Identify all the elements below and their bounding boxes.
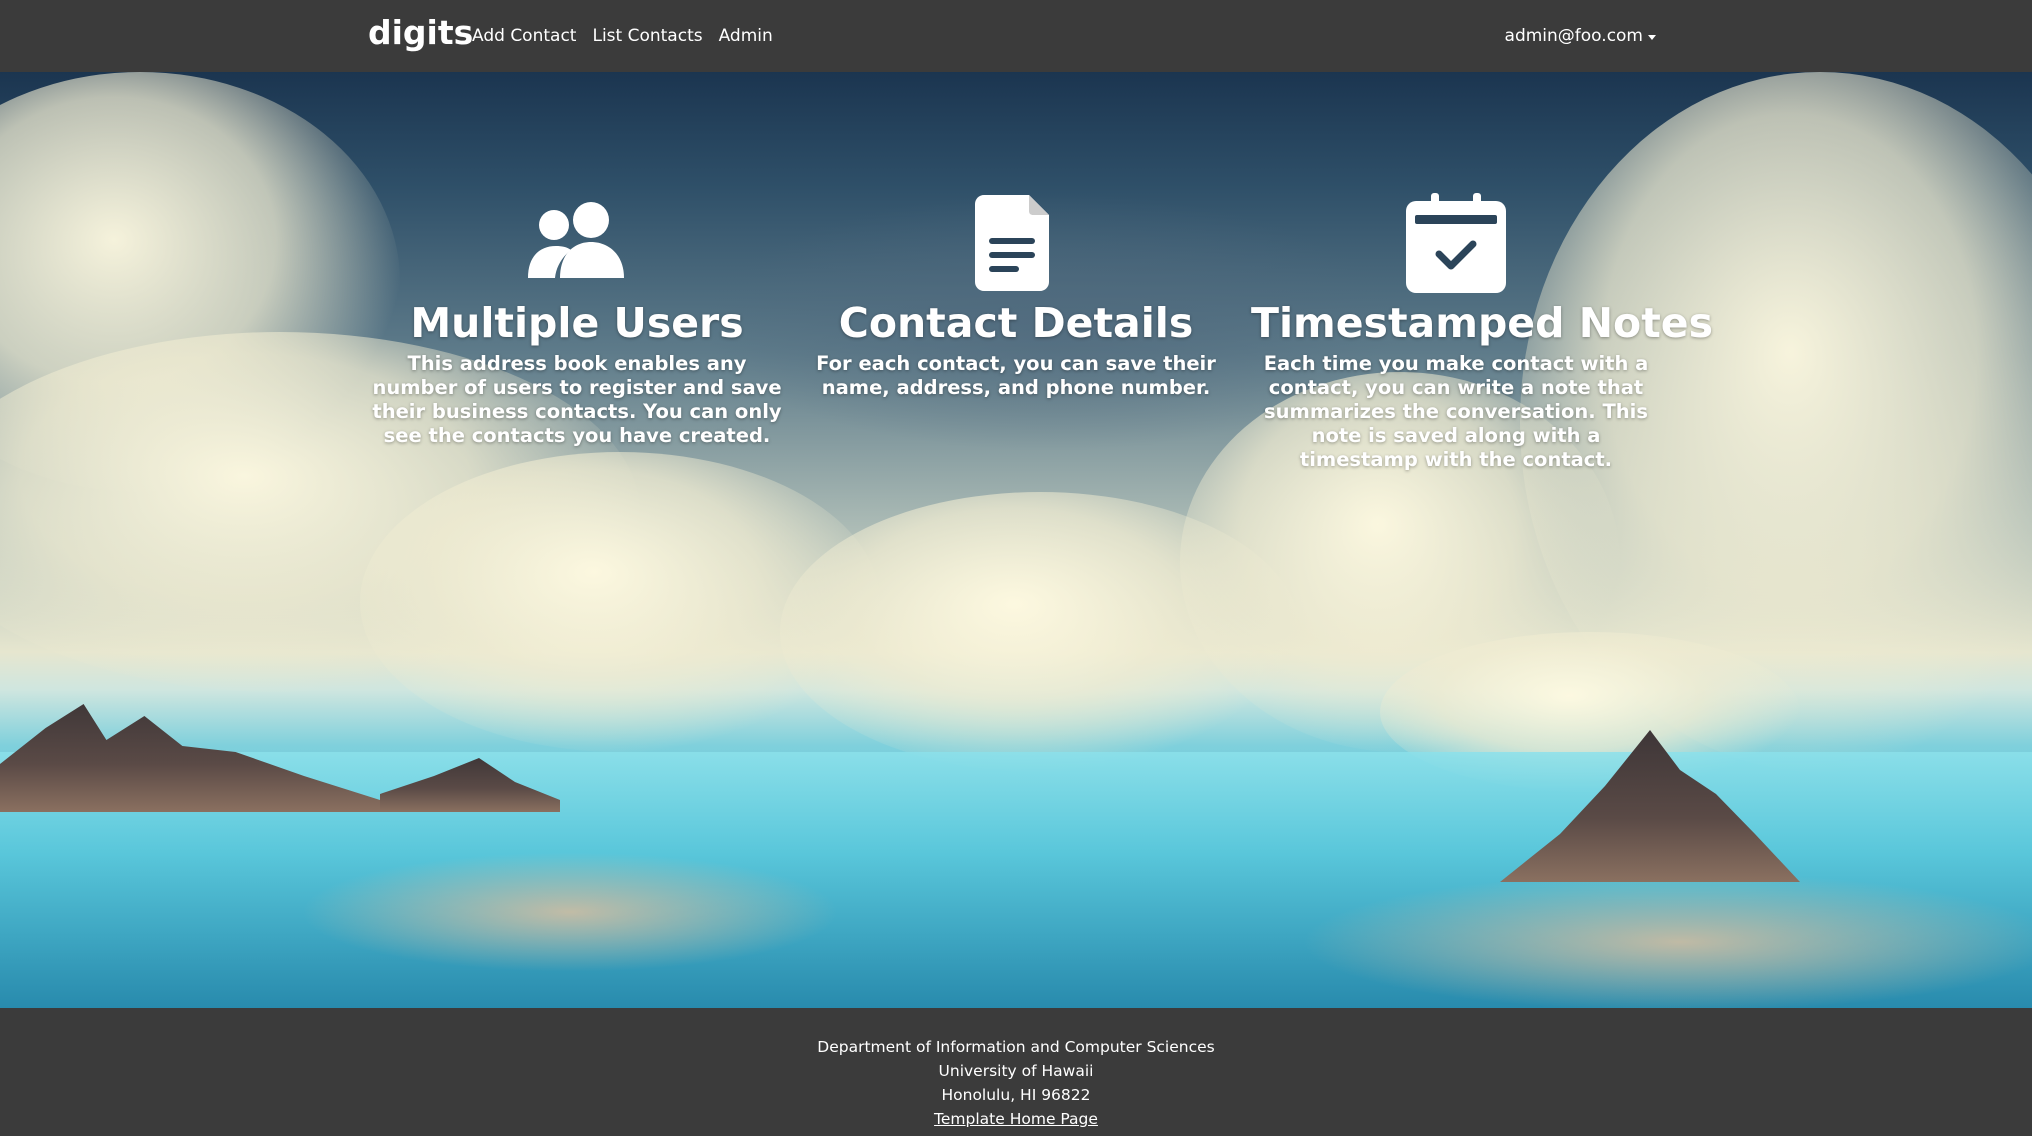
file-lines-icon (975, 195, 1049, 291)
user-dropdown[interactable]: admin@foo.com (1505, 24, 1656, 48)
sandbar (1300, 872, 2032, 1008)
feature-description: This address book enables any number of … (372, 352, 782, 447)
hero-banner: Multiple Users This address book enables… (0, 72, 2032, 1008)
top-navbar: digits Add Contact List Contacts Admin a… (0, 0, 2032, 72)
feature-timestamped-notes: Timestamped Notes Each time you make con… (1251, 190, 1714, 472)
nav-links: Add Contact List Contacts Admin (472, 24, 773, 48)
nav-link-add-contact[interactable]: Add Contact (472, 24, 576, 48)
nav-link-list-contacts[interactable]: List Contacts (592, 24, 702, 48)
template-home-link[interactable]: Template Home Page (934, 1110, 1098, 1128)
feature-description: For each contact, you can save their nam… (816, 352, 1216, 399)
feature-multiple-users: Multiple Users This address book enables… (372, 190, 782, 448)
feature-title: Timestamped Notes (1251, 299, 1714, 347)
footer-university: University of Hawaii (938, 1062, 1094, 1080)
user-email: admin@foo.com (1504, 26, 1643, 46)
nav-link-admin[interactable]: Admin (719, 24, 773, 48)
caret-down-icon (1648, 34, 1656, 40)
users-icon (528, 202, 624, 278)
feature-title: Contact Details (838, 299, 1194, 347)
feature-description: Each time you make contact with a contac… (1263, 352, 1649, 471)
footer-department: Department of Information and Computer S… (817, 1038, 1215, 1056)
feature-contact-details: Contact Details For each contact, you ca… (811, 190, 1221, 400)
footer-address: Honolulu, HI 96822 (941, 1086, 1091, 1104)
feature-title: Multiple Users (410, 299, 744, 347)
sandbar (300, 852, 840, 972)
brand-logo[interactable]: digits (368, 13, 473, 53)
page-footer: Department of Information and Computer S… (0, 1008, 2032, 1136)
calendar-check-icon (1406, 193, 1506, 293)
